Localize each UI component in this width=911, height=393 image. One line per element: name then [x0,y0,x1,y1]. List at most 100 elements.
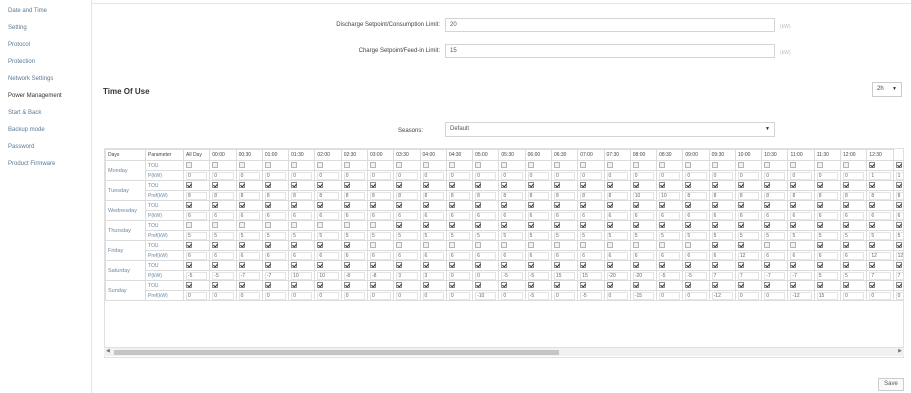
pref-value-input[interactable]: 6 [711,211,733,220]
tou-checkbox[interactable] [369,162,376,169]
tou-checkbox[interactable] [501,222,508,229]
pref-value-input[interactable]: 5 [264,231,287,240]
tou-checkbox[interactable] [396,282,403,289]
pref-value-input[interactable]: 5 [869,231,891,240]
pref-value-input[interactable]: 6 [816,251,839,260]
tou-checkbox[interactable] [422,202,429,209]
pref-value-input[interactable]: 6 [422,211,444,220]
pref-value-input[interactable]: 6 [711,251,733,260]
tou-checkbox[interactable] [843,282,850,289]
tou-checkbox[interactable] [606,202,613,209]
pref-value-input[interactable]: 5 [816,231,839,240]
pref-value-input[interactable]: 5 [527,231,549,240]
pref-value-input[interactable]: -5 [527,291,549,300]
tou-checkbox[interactable] [475,162,482,169]
tou-checkbox[interactable] [895,262,902,269]
tou-checkbox[interactable] [790,222,797,229]
tou-checkbox[interactable] [396,202,403,209]
pref-value-input[interactable]: 1 [895,171,903,180]
pref-value-input[interactable]: 6 [238,251,260,260]
pref-value-input[interactable]: 5 [553,231,576,240]
tou-checkbox[interactable] [659,182,666,189]
pref-value-input[interactable]: 0 [737,291,760,300]
tou-checkbox[interactable] [869,202,876,209]
tou-checkbox[interactable] [527,182,534,189]
pref-value-input[interactable]: 6 [448,251,471,260]
pref-value-input[interactable]: 8 [475,191,497,200]
tou-checkbox[interactable] [843,182,850,189]
pref-value-input[interactable]: 6 [869,211,891,220]
pref-value-input[interactable]: 5 [606,231,628,240]
tou-checkbox[interactable] [317,262,324,269]
tou-checkbox[interactable] [291,222,298,229]
sidebar-item-power-management[interactable]: Power Management [8,90,88,102]
pref-value-input[interactable]: 8 [869,191,891,200]
pref-value-input[interactable]: 6 [527,251,549,260]
pref-value-input[interactable]: -15 [632,291,655,300]
tou-checkbox[interactable] [448,262,455,269]
tou-checkbox[interactable] [317,282,324,289]
pref-value-input[interactable]: 8 [238,191,260,200]
pref-value-input[interactable]: 0 [501,291,523,300]
interval-select[interactable]: 2h ▼ [872,82,902,97]
tou-checkbox[interactable] [317,202,324,209]
tou-checkbox[interactable] [475,202,482,209]
pref-value-input[interactable]: 8 [843,191,865,200]
pref-value-input[interactable]: 8 [553,191,576,200]
pref-value-input[interactable]: 8 [685,191,707,200]
tou-checkbox[interactable] [238,262,245,269]
tou-checkbox[interactable] [632,162,639,169]
pref-value-input[interactable]: 5 [291,231,313,240]
pref-value-input[interactable]: 6 [606,251,628,260]
tou-checkbox[interactable] [685,242,692,249]
pref-value-input[interactable]: 0 [448,291,471,300]
pref-value-input[interactable]: 6 [895,211,903,220]
pref-value-input[interactable]: 6 [343,211,365,220]
pref-value-input[interactable]: 5 [317,231,339,240]
tou-checkbox[interactable] [553,182,560,189]
tou-checkbox[interactable] [790,162,797,169]
pref-value-input[interactable]: 6 [396,251,418,260]
sidebar-item-date-time[interactable]: Date and Time [8,5,88,17]
pref-value-input[interactable]: 8 [580,191,602,200]
tou-checkbox[interactable] [186,242,192,249]
tou-checkbox[interactable] [475,182,482,189]
tou-checkbox[interactable] [816,242,823,249]
pref-value-input[interactable]: 5 [843,231,865,240]
pref-value-input[interactable]: 5 [369,231,392,240]
tou-checkbox[interactable] [711,222,718,229]
tou-checkbox[interactable] [448,242,455,249]
pref-value-input[interactable]: 8 [317,191,339,200]
pref-value-input[interactable]: 10 [659,191,681,200]
tou-checkbox[interactable] [843,242,850,249]
tou-checkbox[interactable] [553,262,560,269]
tou-checkbox[interactable] [212,222,219,229]
pref-value-input[interactable]: 8 [448,191,471,200]
tou-checkbox[interactable] [895,202,902,209]
pref-value-input[interactable]: 8 [527,191,549,200]
tou-checkbox[interactable] [764,182,771,189]
pref-value-input[interactable]: 6 [527,211,549,220]
tou-checkbox[interactable] [396,262,403,269]
pref-value-input[interactable]: 5 [895,231,903,240]
pref-value-input[interactable]: 0 [606,171,628,180]
pref-value-input[interactable]: 8 [764,191,786,200]
tou-checkbox[interactable] [264,202,271,209]
season-select[interactable]: Default ▼ [445,122,775,137]
tou-checkbox[interactable] [422,242,429,249]
tou-checkbox[interactable] [632,202,639,209]
pref-value-input[interactable]: 6 [580,251,602,260]
tou-checkbox[interactable] [238,222,245,229]
tou-checkbox[interactable] [711,282,718,289]
pref-value-input[interactable]: 6 [264,211,287,220]
tou-checkbox[interactable] [422,222,429,229]
tou-checkbox[interactable] [186,222,192,229]
tou-checkbox[interactable] [711,162,718,169]
tou-checkbox[interactable] [606,262,613,269]
tou-checkbox[interactable] [685,222,692,229]
tou-checkbox[interactable] [632,262,639,269]
tou-checkbox[interactable] [553,282,560,289]
pref-value-input[interactable]: -7 [264,271,287,280]
tou-checkbox[interactable] [790,282,797,289]
tou-checkbox[interactable] [527,162,534,169]
